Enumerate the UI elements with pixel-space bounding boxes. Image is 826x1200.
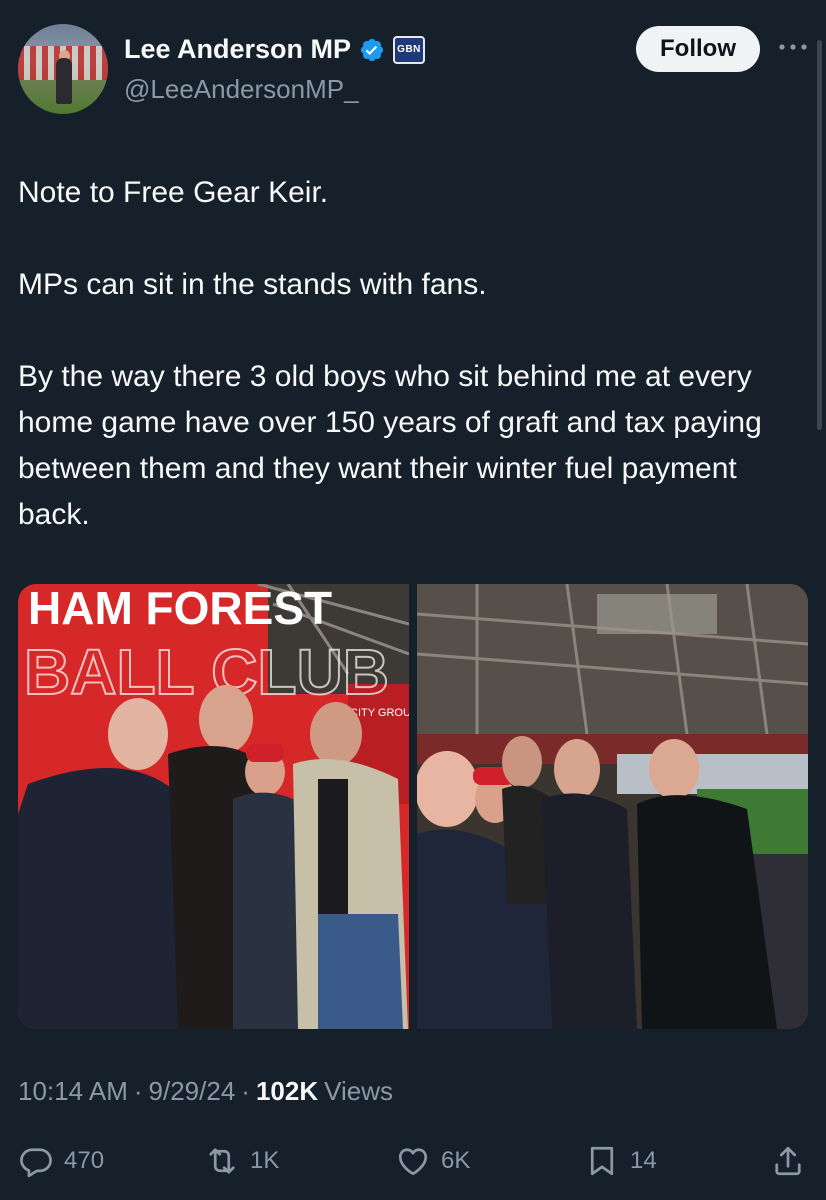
tweet-paragraph: Note to Free Gear Keir. bbox=[18, 176, 329, 209]
repost-icon bbox=[209, 1148, 235, 1174]
author-name-line: Lee Anderson MP GBN bbox=[124, 34, 426, 65]
bookmark-button[interactable]: 14 bbox=[584, 1136, 657, 1186]
side-board-text: CITY GROUND bbox=[350, 707, 409, 719]
like-button[interactable]: 6K bbox=[395, 1136, 470, 1186]
tweet-paragraph: MPs can sit in the stands with fans. bbox=[18, 268, 487, 301]
tweet-header: Lee Anderson MP GBN @LeeAndersonMP_ Foll… bbox=[18, 22, 808, 122]
action-bar: 470 1K 6K 14 bbox=[18, 1136, 808, 1186]
share-button[interactable] bbox=[770, 1136, 806, 1186]
affiliation-badge[interactable]: GBN bbox=[393, 35, 426, 64]
bookmark-count: 14 bbox=[630, 1147, 657, 1174]
tweet-paragraph: By the way there 3 old boys who sit behi… bbox=[18, 360, 762, 531]
reply-icon bbox=[20, 1148, 52, 1178]
repost-count: 1K bbox=[250, 1147, 280, 1174]
bookmark-icon bbox=[590, 1146, 614, 1176]
views-label: Views bbox=[324, 1076, 393, 1106]
follow-button[interactable]: Follow bbox=[636, 26, 760, 72]
tweet-text: Note to Free Gear Keir. MPs can sit in t… bbox=[18, 170, 808, 538]
tweet-media[interactable]: CITY GROUND HAM FOREST BALL CLUB bbox=[18, 584, 808, 1029]
verified-icon bbox=[360, 38, 384, 61]
more-icon[interactable] bbox=[778, 40, 808, 54]
share-icon bbox=[775, 1146, 801, 1176]
scrollbar[interactable] bbox=[817, 40, 822, 430]
author-display-name[interactable]: Lee Anderson MP bbox=[124, 34, 351, 65]
reply-button[interactable]: 470 bbox=[18, 1136, 104, 1186]
reply-count: 470 bbox=[64, 1147, 105, 1174]
like-count: 6K bbox=[441, 1147, 471, 1174]
banner-text-top: HAM FOREST bbox=[28, 584, 332, 634]
author-handle[interactable]: @LeeAndersonMP_ bbox=[124, 74, 359, 105]
tweet-meta: 10:14 AM · 9/29/24 · 102K Views bbox=[18, 1076, 393, 1107]
photo-right[interactable] bbox=[417, 584, 808, 1029]
views-count: 102K bbox=[255, 1076, 319, 1106]
repost-button[interactable]: 1K bbox=[204, 1136, 279, 1186]
photo-left[interactable]: CITY GROUND HAM FOREST BALL CLUB bbox=[18, 584, 409, 1029]
separator: · bbox=[241, 1076, 250, 1106]
avatar[interactable] bbox=[18, 24, 108, 114]
tweet-date[interactable]: 9/29/24 bbox=[149, 1076, 236, 1107]
like-icon bbox=[398, 1148, 428, 1176]
tweet-time[interactable]: 10:14 AM bbox=[18, 1076, 128, 1107]
separator: · bbox=[133, 1076, 143, 1106]
